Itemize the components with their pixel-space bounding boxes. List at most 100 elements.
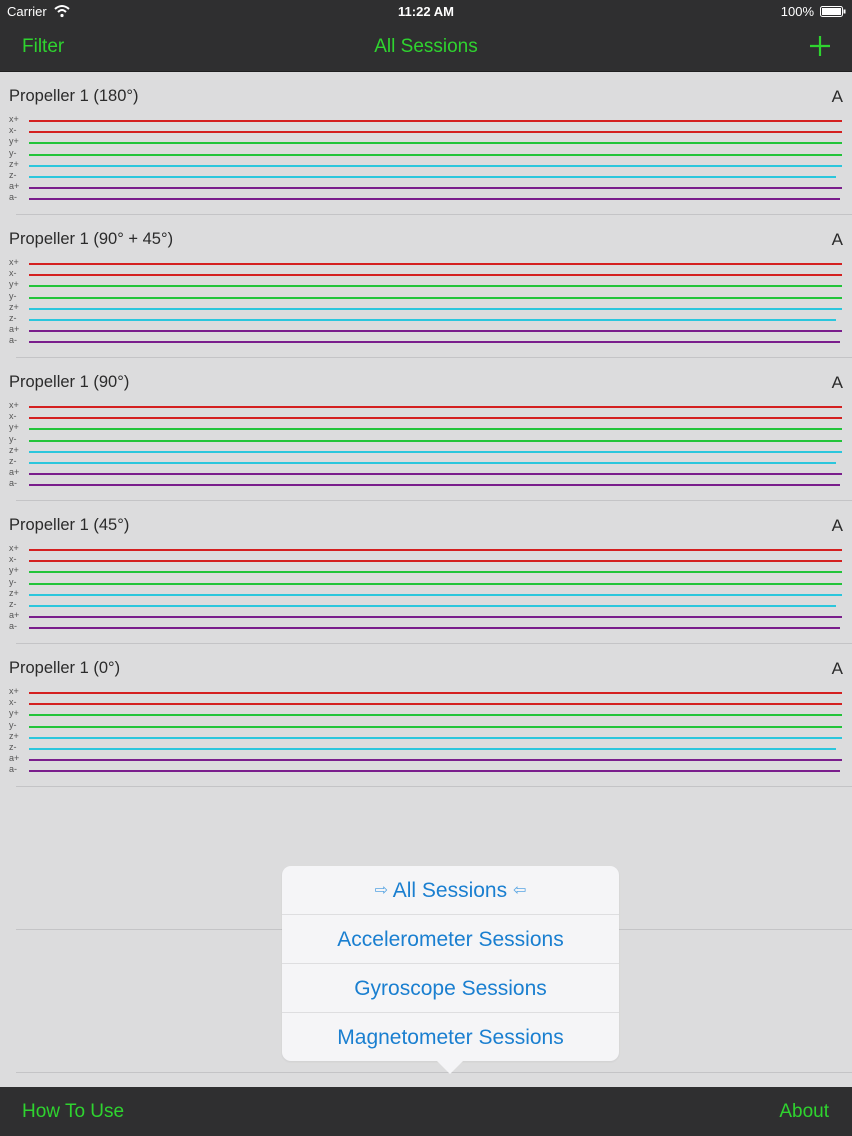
axis-row: a- <box>0 478 852 491</box>
axis-label: a- <box>9 621 18 632</box>
axis-label: x+ <box>9 257 19 267</box>
axis-trace-line <box>29 736 842 739</box>
axis-label: x+ <box>9 543 19 553</box>
filter-option-magnetometer[interactable]: Magnetometer Sessions <box>282 1013 619 1062</box>
axis-row: x+ <box>0 114 852 127</box>
axis-row: a- <box>0 764 852 777</box>
axis-trace-line <box>29 198 840 201</box>
axis-label: z+ <box>9 444 19 455</box>
session-title: Propeller 1 (180°) <box>9 87 139 105</box>
axis-row: a+ <box>0 324 852 337</box>
axis-label: z+ <box>9 158 19 169</box>
about-button[interactable]: About <box>779 1101 829 1123</box>
axis-row: z+ <box>0 731 852 744</box>
axis-row: y+ <box>0 422 852 435</box>
axis-trace-line <box>29 759 842 762</box>
axis-row: y- <box>0 433 852 447</box>
axis-label: y- <box>9 433 17 444</box>
axis-label: x- <box>9 554 17 565</box>
axis-row: z+ <box>0 587 852 601</box>
how-to-use-button[interactable]: How To Use <box>22 1101 124 1123</box>
filter-option-accelerometer[interactable]: Accelerometer Sessions <box>282 915 619 964</box>
empty-row-separator <box>16 1072 852 1073</box>
session-cell[interactable]: Propeller 1 (90° + 45°) Ax+ x-y+ y-z+ z-a+ a- <box>0 215 852 358</box>
axis-trace-line <box>29 428 842 431</box>
session-badge: A <box>831 87 843 106</box>
axis-row: a+ <box>0 753 852 766</box>
axis-trace-line <box>29 263 842 265</box>
axis-trace-line <box>29 616 842 619</box>
axis-trace-line <box>29 703 842 706</box>
axis-trace-line <box>29 439 842 442</box>
axis-label: x+ <box>9 686 19 696</box>
axis-label: a- <box>9 192 18 203</box>
axis-trace-line <box>29 549 842 551</box>
axis-row: z+ <box>0 158 852 172</box>
battery-icon <box>820 6 846 17</box>
axis-label: x- <box>9 697 17 708</box>
session-badge: A <box>831 659 843 678</box>
axis-row: z- <box>0 456 852 469</box>
selected-left-arrow-icon: ⇨ <box>374 882 389 899</box>
session-badge: A <box>831 516 843 535</box>
axis-label: a+ <box>9 753 20 764</box>
axis-label: z+ <box>9 587 19 598</box>
axis-row: x- <box>0 125 852 138</box>
axis-row: x+ <box>0 400 852 413</box>
filter-popover: ⇨ All Sessions ⇦ Accelerometer Sessions … <box>282 866 619 1061</box>
axis-trace-line <box>29 142 842 145</box>
axis-row: a- <box>0 621 852 634</box>
axis-label: z- <box>9 742 17 752</box>
navigation-bar: Filter All Sessions <box>0 24 852 72</box>
axis-row: z- <box>0 313 852 326</box>
axis-label: x- <box>9 268 17 279</box>
axis-trace-line <box>29 319 836 321</box>
axis-row: x+ <box>0 257 852 270</box>
axis-row: x- <box>0 268 852 281</box>
filter-option-label: Magnetometer Sessions <box>337 1026 564 1049</box>
selected-right-arrow-icon: ⇦ <box>512 882 527 899</box>
axis-trace-line <box>29 153 842 156</box>
axis-row: y- <box>0 720 852 733</box>
axis-label: x- <box>9 125 17 136</box>
axis-trace-line <box>29 285 842 288</box>
axis-row: y- <box>0 291 852 304</box>
filter-option-label: Accelerometer Sessions <box>337 928 564 951</box>
axis-label: z+ <box>9 301 19 312</box>
battery-percent: 100% <box>780 4 814 19</box>
session-cell[interactable]: Propeller 1 (0°) Ax+ x-y+ y-z+ z-a+ a- <box>0 644 852 787</box>
axis-label: a+ <box>9 467 20 478</box>
axis-label: a+ <box>9 610 20 621</box>
axis-trace-line <box>29 571 842 574</box>
axis-trace-line <box>29 187 842 190</box>
axis-trace-line <box>29 770 840 773</box>
axis-trace-line <box>29 692 842 694</box>
axis-label: y- <box>9 576 17 587</box>
axis-label: a+ <box>9 181 20 192</box>
session-cell[interactable]: Propeller 1 (90°) Ax+ x-y+ y-z+ z-a+ a- <box>0 358 852 501</box>
axis-trace-line <box>29 307 842 310</box>
axis-label: a- <box>9 764 18 775</box>
session-cell[interactable]: Propeller 1 (180°) Ax+ x-y+ y-z+ z-a+ a- <box>0 72 852 215</box>
axis-row: z- <box>0 742 852 755</box>
axis-row: x+ <box>0 543 852 556</box>
axis-row: y+ <box>0 565 852 578</box>
axis-trace-line <box>29 176 836 178</box>
axis-trace-line <box>29 462 836 464</box>
axis-trace-line <box>29 296 842 299</box>
axis-label: y+ <box>9 279 19 290</box>
axis-row: x- <box>0 411 852 424</box>
axis-trace-line <box>29 274 842 277</box>
axis-label: y+ <box>9 422 19 433</box>
filter-option-label: Gyroscope Sessions <box>354 977 547 1000</box>
bottom-toolbar: How To Use About <box>0 1087 852 1136</box>
plus-icon[interactable] <box>808 34 832 58</box>
session-cell[interactable]: Propeller 1 (45°) Ax+ x-y+ y-z+ z-a+ a- <box>0 501 852 644</box>
filter-option-gyroscope[interactable]: Gyroscope Sessions <box>282 964 619 1013</box>
axis-row: a+ <box>0 610 852 623</box>
session-title: Propeller 1 (45°) <box>9 516 130 534</box>
axis-trace-line <box>29 120 842 122</box>
axis-row: z+ <box>0 444 852 458</box>
filter-option-all-sessions[interactable]: ⇨ All Sessions ⇦ <box>282 866 619 915</box>
axis-trace-line <box>29 725 842 728</box>
